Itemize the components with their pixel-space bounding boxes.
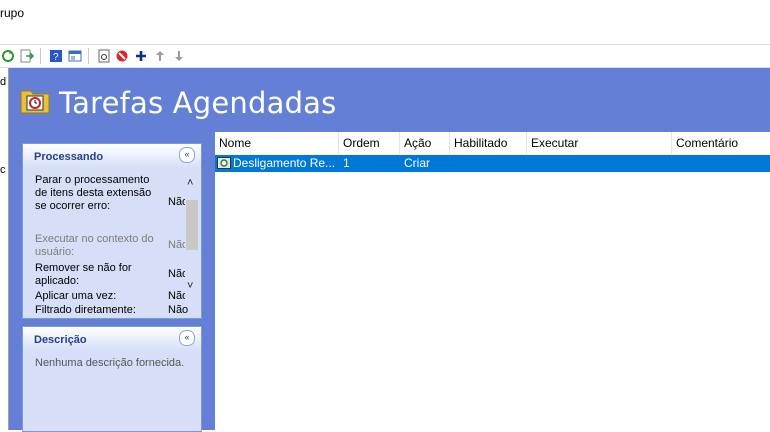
help-icon[interactable]: ?: [48, 48, 63, 63]
processing-panel-header[interactable]: Processando «: [23, 144, 201, 168]
property-label: Aplicar uma vez:: [35, 290, 117, 302]
left-pane-text: d: [0, 76, 7, 88]
processing-panel: Processando « Parar o processamento de i…: [22, 143, 202, 319]
property-label: Executar no contexto do usuário:: [35, 233, 154, 258]
window-title-bar: rupo: [0, 0, 770, 45]
window-title: rupo: [0, 6, 25, 20]
main-panel: Tarefas Agendadas Processando « Parar o …: [9, 68, 770, 432]
scrollbar-thumb[interactable]: [186, 200, 198, 250]
properties-scrollbar[interactable]: ˄ ˅: [185, 174, 200, 302]
cell-acao: Criar: [404, 156, 430, 170]
description-text: Nenhuma descrição fornecida.: [35, 357, 185, 369]
description-panel-header[interactable]: Descrição «: [23, 327, 201, 351]
refresh-icon[interactable]: [0, 48, 15, 63]
scheduled-task-icon: [217, 157, 231, 169]
left-pane-text: c: [0, 164, 6, 176]
description-panel-title: Descrição: [34, 334, 87, 346]
table-row[interactable]: Desligamento Re... 1 Criar: [215, 155, 770, 172]
property-label: Remover se não for aplicado:: [35, 262, 132, 287]
column-header-ordem[interactable]: Ordem: [339, 132, 400, 154]
svg-text:?: ?: [53, 52, 59, 63]
column-header-acao[interactable]: Ação: [400, 132, 450, 154]
scroll-up-icon[interactable]: ˄: [187, 177, 193, 189]
description-panel: Descrição « Nenhuma descrição fornecida.: [22, 326, 202, 432]
delete-icon[interactable]: [114, 48, 129, 63]
processing-panel-title: Processando: [34, 151, 104, 163]
cell-nome: Desligamento Re...: [233, 156, 336, 170]
cell-executar: [531, 155, 669, 172]
cell-ordem: 1: [343, 156, 350, 170]
processing-properties: Parar o processamento de itens desta ext…: [23, 168, 201, 318]
move-up-icon[interactable]: [152, 48, 167, 63]
column-header-nome[interactable]: Nome: [215, 132, 339, 154]
move-down-icon[interactable]: [171, 48, 186, 63]
cell-comentario: [676, 155, 770, 172]
column-header-executar[interactable]: Executar: [527, 132, 672, 154]
scheduled-tasks-folder-icon: [20, 86, 50, 114]
property-label: Filtrado diretamente:: [35, 304, 136, 316]
tasks-list: Nome Ordem Ação Habilitado Executar Come…: [215, 132, 770, 430]
cell-habilitado: [454, 155, 524, 172]
scroll-down-icon[interactable]: ˅: [187, 280, 193, 292]
left-tree-pane: d c: [0, 68, 9, 430]
page-title: Tarefas Agendadas: [59, 86, 337, 120]
toolbar-separator: [88, 48, 89, 64]
properties-icon[interactable]: [96, 48, 111, 63]
column-header-habilitado[interactable]: Habilitado: [450, 132, 527, 154]
new-item-icon[interactable]: [133, 48, 148, 63]
show-hide-pane-icon[interactable]: [67, 48, 82, 63]
toolbar-separator: [40, 48, 41, 64]
toolbar: ?: [0, 45, 770, 68]
column-header-comentario[interactable]: Comentário: [672, 132, 770, 154]
property-label: Parar o processamento de itens desta ext…: [35, 174, 152, 212]
export-list-icon[interactable]: [19, 48, 34, 63]
collapse-icon[interactable]: «: [179, 330, 195, 346]
property-value: Não: [168, 304, 189, 316]
collapse-icon[interactable]: «: [179, 147, 195, 163]
